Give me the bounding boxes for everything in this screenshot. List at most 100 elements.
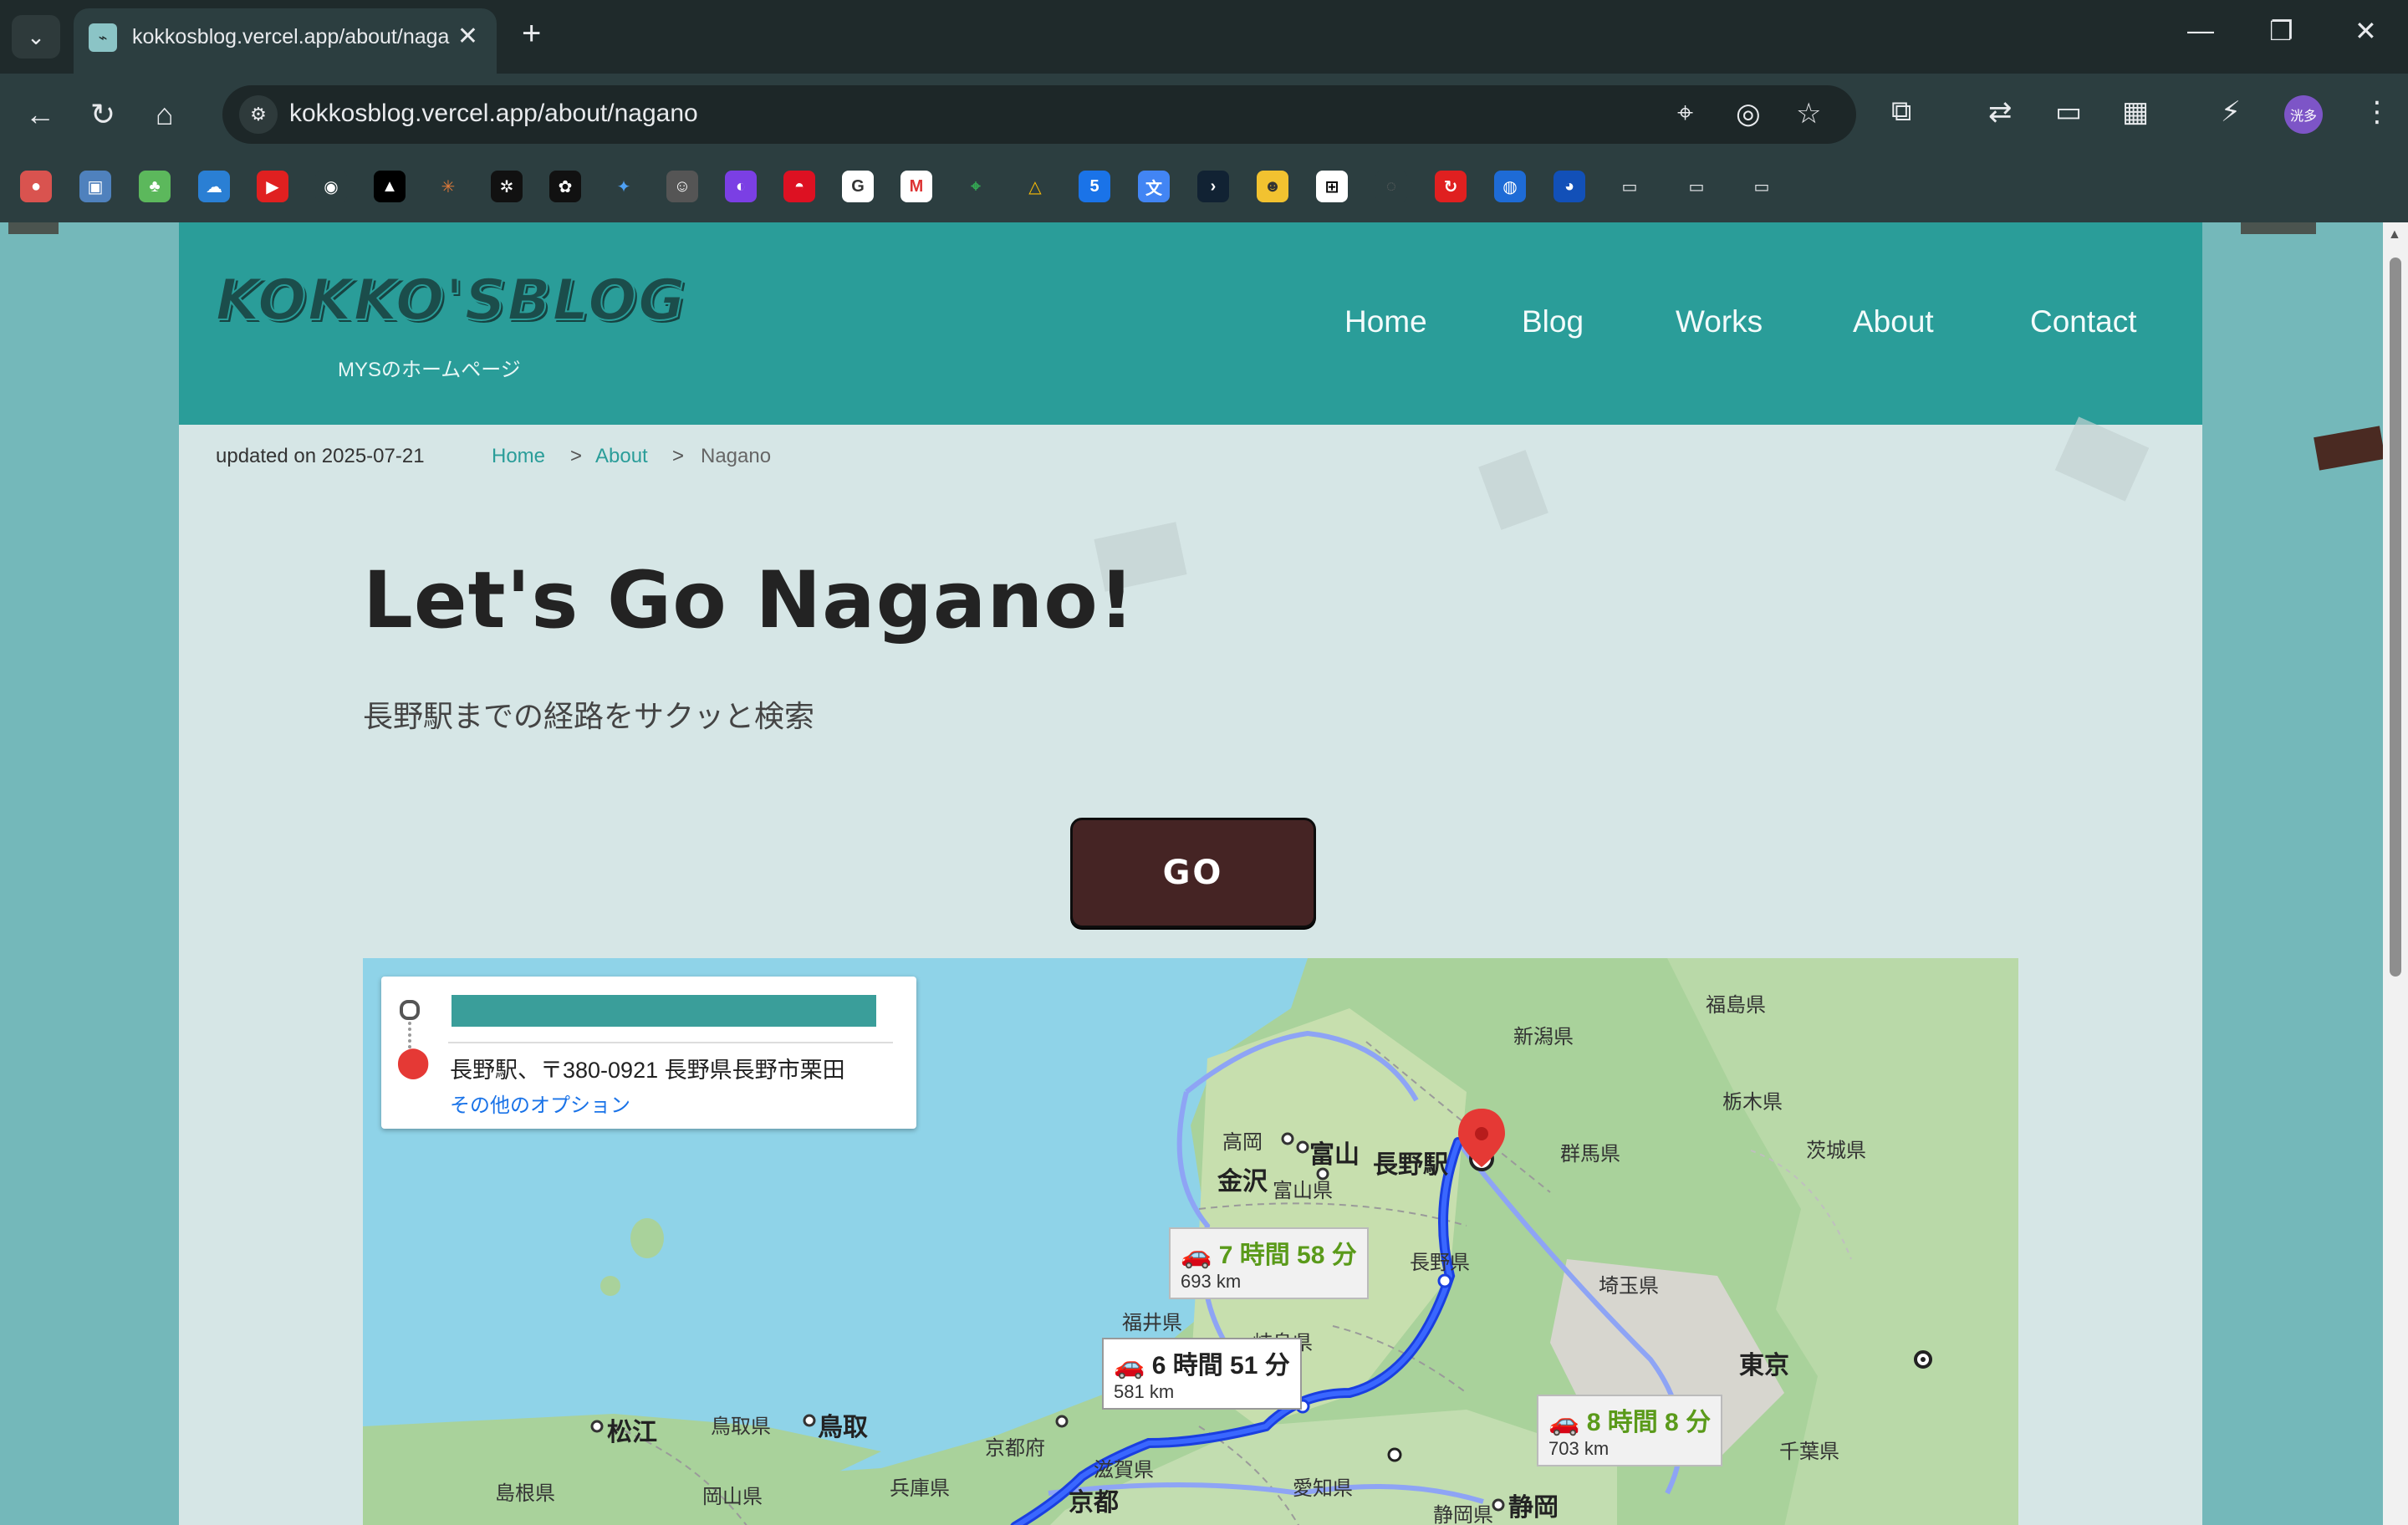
route-time: 8 時間 8 分 <box>1586 1409 1712 1436</box>
route-info-alt[interactable]: 🚗 7 時間 58 分 693 km <box>1169 1227 1369 1299</box>
scroll-up-icon[interactable]: ▲ <box>2388 227 2401 242</box>
car-icon: 🚗 <box>1114 1352 1145 1380</box>
performance-icon[interactable]: ⚡ <box>2221 95 2241 129</box>
route-info-primary[interactable]: 🚗 6 時間 51 分 581 km <box>1102 1338 1302 1410</box>
nav-about[interactable]: About <box>1853 304 1934 339</box>
profile-avatar[interactable]: 洸多 <box>2284 95 2323 134</box>
map-label: 岡山県 <box>702 1486 763 1508</box>
folder-icon[interactable]: ▭ <box>1681 171 1712 202</box>
bookmark-icon[interactable]: ☻ <box>1257 171 1288 202</box>
bookmark-icon[interactable]: ▲ <box>374 171 406 202</box>
home-icon[interactable]: ⌂ <box>156 97 174 132</box>
back-icon[interactable]: ← <box>25 97 55 132</box>
map-label: 金沢 <box>1217 1168 1268 1196</box>
route-info-alt[interactable]: 🚗 8 時間 8 分 703 km <box>1537 1395 1723 1466</box>
bookmark-icon[interactable]: ◌ <box>1375 171 1407 202</box>
bookmark-icon[interactable]: ◕ <box>1553 171 1585 202</box>
url-text[interactable]: kokkosblog.vercel.app/about/nagano <box>289 99 698 128</box>
directions-card: ⬤ 長野駅、〒380-0921 長野県長野市栗田 その他のオプション <box>381 977 916 1129</box>
bookmark-icon[interactable]: ◓ <box>783 171 815 202</box>
map-label: 鳥取 <box>818 1414 868 1441</box>
go-button[interactable]: GO <box>1070 818 1316 928</box>
window-close-icon[interactable]: ✕ <box>2354 15 2377 47</box>
breadcrumb-current: Nagano <box>701 445 772 467</box>
google-translate-icon[interactable]: 文 <box>1138 171 1170 202</box>
map-label: 鳥取県 <box>711 1415 771 1438</box>
onedrive-icon[interactable]: ☁ <box>198 171 230 202</box>
bookmark-icon[interactable]: ▣ <box>79 171 111 202</box>
minimize-icon[interactable]: — <box>2187 15 2214 46</box>
site-header: KOKKO'SBLOG MYSのホームページ Home Blog Works A… <box>179 222 2202 425</box>
decoration <box>8 222 59 234</box>
google-icon[interactable]: G <box>842 171 874 202</box>
map-label: 島根県 <box>495 1482 555 1505</box>
route-time: 7 時間 58 分 <box>1218 1242 1357 1269</box>
cast-icon[interactable]: ▭ <box>2055 95 2082 129</box>
address-bar[interactable]: ⚙ kokkosblog.vercel.app/about/nagano ⌖ ◎… <box>222 85 1856 144</box>
bookmark-icon[interactable]: ♣ <box>139 171 171 202</box>
map-label: 滋賀県 <box>1094 1459 1154 1482</box>
folder-icon[interactable]: ▭ <box>1614 171 1645 202</box>
origin-redacted <box>452 995 876 1027</box>
scroll-thumb[interactable] <box>2390 258 2401 977</box>
bookmark-icon[interactable]: ⊞ <box>1316 171 1348 202</box>
tab-title: kokkosblog.vercel.app/about/naga <box>132 25 450 48</box>
bookmark-icon[interactable]: ◍ <box>1494 171 1526 202</box>
breadcrumb-about[interactable]: About <box>595 445 648 468</box>
translate-icon[interactable]: ⇄ <box>1988 95 2013 129</box>
bookmarks-bar: ● ▣ ♣ ☁ ▶ ◉ ▲ ✳ ✲ ✿ ✦ ☺ ◐ ◓ G M ⌖ △ 5 文 … <box>0 157 2408 222</box>
route-map[interactable]: ⬤ 長野駅、〒380-0921 長野県長野市栗田 その他のオプション 新潟県 福… <box>363 958 2018 1525</box>
updated-date: updated on 2025-07-21 <box>216 445 425 467</box>
nav-blog[interactable]: Blog <box>1522 304 1584 339</box>
gmail-icon[interactable]: M <box>900 171 932 202</box>
divider <box>448 1042 893 1043</box>
browser-tab[interactable]: ⌁ kokkosblog.vercel.app/about/naga ✕ <box>74 8 497 74</box>
bookmark-icon[interactable]: ◐ <box>725 171 757 202</box>
chatgpt-icon[interactable]: ✿ <box>549 171 581 202</box>
extensions-icon[interactable]: ⧉ <box>1891 95 1911 128</box>
breadcrumb-separator: > <box>570 445 583 467</box>
car-icon: 🚗 <box>1548 1409 1580 1436</box>
route-distance: 693 km <box>1181 1271 1242 1292</box>
bookmark-icon[interactable]: ↻ <box>1435 171 1467 202</box>
restore-icon[interactable]: ❐ <box>2269 15 2293 47</box>
folder-icon[interactable]: ▭ <box>1746 171 1778 202</box>
tracking-protection-icon[interactable]: ◎ <box>1736 97 1761 130</box>
qr-code-icon[interactable]: ▦ <box>2122 95 2149 129</box>
route-distance: 703 km <box>1548 1438 1610 1459</box>
google-drive-icon[interactable]: △ <box>1019 171 1051 202</box>
map-label: 富山 <box>1309 1141 1360 1169</box>
menu-icon[interactable]: ⋮ <box>2363 95 2391 129</box>
browser-tab-strip: ⌄ ⌁ kokkosblog.vercel.app/about/naga ✕ +… <box>0 0 2408 74</box>
bookmark-icon[interactable]: ● <box>20 171 52 202</box>
google-maps-icon[interactable]: ⌖ <box>960 171 992 202</box>
map-label: 栃木県 <box>1722 1091 1783 1114</box>
nav-contact[interactable]: Contact <box>2030 304 2137 339</box>
site-logo[interactable]: KOKKO'SBLOG <box>215 267 686 334</box>
bookmark-icon[interactable]: ✲ <box>491 171 523 202</box>
location-icon[interactable]: ⌖ <box>1677 97 1693 130</box>
breadcrumb-home[interactable]: Home <box>492 445 545 468</box>
youtube-icon[interactable]: ▶ <box>257 171 288 202</box>
github-icon[interactable]: ◉ <box>315 171 347 202</box>
origin-icon <box>400 1000 420 1020</box>
site-info-icon[interactable]: ⚙ <box>239 95 278 134</box>
bookmark-star-icon[interactable]: ☆ <box>1796 97 1821 130</box>
map-label: 東京 <box>1739 1352 1789 1380</box>
page-scrollbar[interactable]: ▲ <box>2383 222 2408 1525</box>
nav-works[interactable]: Works <box>1676 304 1763 339</box>
close-tab-icon[interactable]: ✕ <box>457 22 478 51</box>
gemini-icon[interactable]: ✦ <box>608 171 640 202</box>
route-distance: 581 km <box>1114 1381 1175 1402</box>
tab-search-button[interactable]: ⌄ <box>12 15 60 59</box>
map-label: 群馬県 <box>1560 1143 1620 1165</box>
bookmark-icon[interactable]: ☺ <box>666 171 698 202</box>
decoration <box>2054 416 2150 502</box>
nav-home[interactable]: Home <box>1344 304 1427 339</box>
calendar-icon[interactable]: 5 <box>1079 171 1110 202</box>
more-options-link[interactable]: その他のオプション <box>450 1089 630 1118</box>
reload-icon[interactable]: ↻ <box>90 97 115 132</box>
new-tab-button[interactable]: + <box>522 17 541 50</box>
bookmark-icon[interactable]: › <box>1197 171 1229 202</box>
bookmark-icon[interactable]: ✳ <box>432 171 464 202</box>
